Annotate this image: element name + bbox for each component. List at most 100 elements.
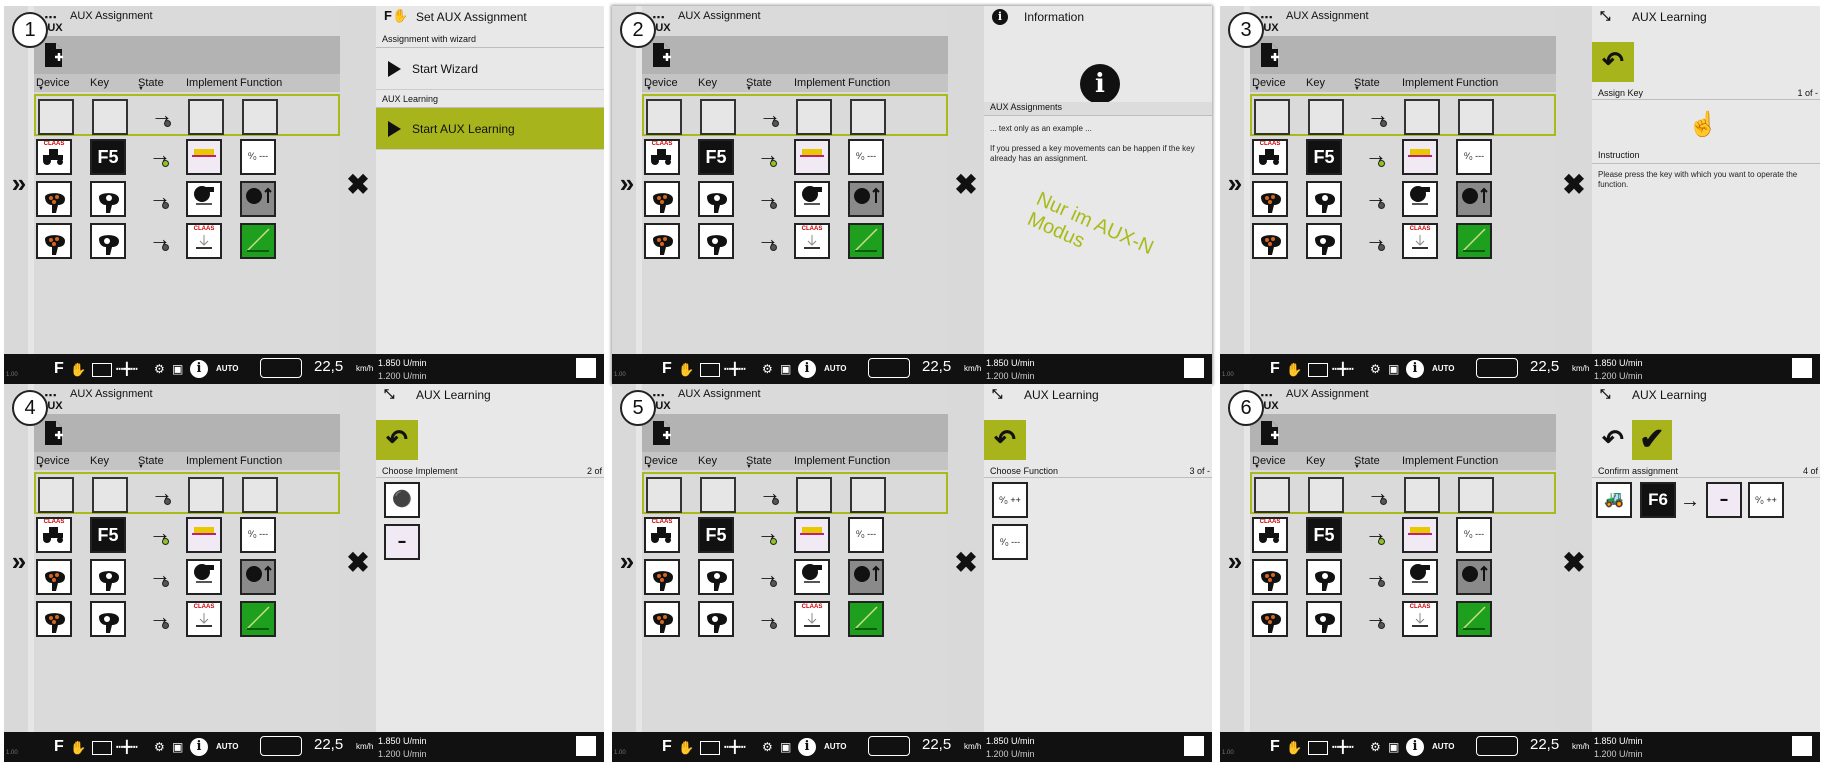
empty-implement-cell[interactable]	[796, 477, 832, 513]
new-assignment-icon[interactable]	[1260, 420, 1280, 446]
expand-chevron-icon[interactable]: »	[1220, 168, 1250, 199]
new-assignment-icon[interactable]	[652, 42, 672, 68]
new-assignment-row[interactable]: →	[34, 94, 340, 136]
steering-icon[interactable]: ⚙	[154, 362, 165, 376]
function-icon[interactable]: ⁰⁄₀ ---	[848, 517, 884, 553]
joystick-key-icon[interactable]	[698, 559, 734, 595]
baler-implement-icon[interactable]	[794, 559, 830, 595]
joystick-device-icon[interactable]	[1252, 181, 1288, 217]
empty-device-cell[interactable]	[1254, 99, 1290, 135]
empty-function-cell[interactable]	[242, 99, 278, 135]
table-row[interactable]: →	[642, 178, 948, 220]
baler-function-icon[interactable]	[240, 181, 276, 217]
baler-implement-icon[interactable]	[794, 181, 830, 217]
function-icon[interactable]: ⁰⁄₀ ---	[240, 139, 276, 175]
function-icon[interactable]: ⁰⁄₀ ---	[848, 139, 884, 175]
transmission-icon[interactable]	[1476, 358, 1518, 378]
table-row[interactable]: CLAAS F5 → ⁰⁄₀ ---	[34, 514, 340, 556]
lock-icon[interactable]: ▣	[172, 740, 183, 754]
header-implement-choice[interactable]: ▬	[384, 524, 420, 560]
empty-implement-cell[interactable]	[1404, 99, 1440, 135]
empty-function-cell[interactable]	[242, 477, 278, 513]
table-row[interactable]: → CLAAS	[1250, 220, 1556, 262]
claas-implement-icon[interactable]: CLAAS	[794, 223, 830, 259]
key-f5[interactable]: F5	[90, 517, 126, 553]
transmission-icon[interactable]	[260, 736, 302, 756]
table-row[interactable]: CLAAS F5 → ⁰⁄₀ ---	[1250, 514, 1556, 556]
new-assignment-row[interactable]: →	[34, 472, 340, 514]
baler-function-icon[interactable]	[848, 559, 884, 595]
pto-icon[interactable]	[92, 363, 112, 377]
empty-function-cell[interactable]	[850, 477, 886, 513]
table-row[interactable]: CLAAS F5 → ⁰⁄₀ ---	[1250, 136, 1556, 178]
implement-header-icon[interactable]	[794, 139, 830, 175]
empty-key-cell[interactable]	[1308, 477, 1344, 513]
expand-chevron-icon[interactable]: »	[612, 546, 642, 577]
steering-icon[interactable]: ⚙	[762, 740, 773, 754]
steering-icon[interactable]: ⚙	[1370, 362, 1381, 376]
menu-icon[interactable]	[1184, 358, 1204, 378]
table-row[interactable]: CLAAS F5 → ⁰⁄₀ ---	[34, 136, 340, 178]
function-minus-choice[interactable]: ⁰⁄₀ ---	[992, 524, 1028, 560]
f-touch-icon[interactable]: F	[1270, 738, 1280, 756]
empty-implement-cell[interactable]	[1404, 477, 1440, 513]
joystick-device-icon[interactable]	[36, 223, 72, 259]
pto-icon[interactable]	[92, 741, 112, 755]
close-x-button[interactable]: ✖	[340, 384, 376, 732]
transmission-icon[interactable]	[260, 358, 302, 378]
pto-icon[interactable]	[700, 363, 720, 377]
transmission-icon[interactable]	[868, 358, 910, 378]
empty-device-cell[interactable]	[38, 477, 74, 513]
empty-device-cell[interactable]	[38, 99, 74, 135]
empty-key-cell[interactable]	[700, 477, 736, 513]
baler-implement-icon[interactable]	[1402, 181, 1438, 217]
back-arrow-button[interactable]: ↶	[984, 420, 1026, 460]
empty-function-cell[interactable]	[1458, 99, 1494, 135]
tractor-device-icon[interactable]: CLAAS	[36, 517, 72, 553]
joystick-device-icon[interactable]	[1252, 601, 1288, 637]
expand-chevron-icon[interactable]: »	[4, 168, 34, 199]
green-function-icon[interactable]	[1456, 223, 1492, 259]
axle-icon[interactable]: ┅╋┅	[1332, 740, 1354, 754]
key-f5[interactable]: F5	[698, 517, 734, 553]
lock-icon[interactable]: ▣	[1388, 362, 1399, 376]
f-touch-icon[interactable]: F	[54, 360, 64, 378]
joystick-key-icon[interactable]	[90, 181, 126, 217]
steering-icon[interactable]: ⚙	[1370, 740, 1381, 754]
f-touch-icon[interactable]: F	[662, 738, 672, 756]
green-function-icon[interactable]	[1456, 601, 1492, 637]
menu-icon[interactable]	[1184, 736, 1204, 756]
green-function-icon[interactable]	[240, 223, 276, 259]
table-row[interactable]: → CLAAS	[642, 220, 948, 262]
implement-header-icon[interactable]	[1402, 517, 1438, 553]
lock-icon[interactable]: ▣	[780, 362, 791, 376]
table-row[interactable]: CLAAS F5 → ⁰⁄₀ ---	[642, 136, 948, 178]
green-function-icon[interactable]	[848, 223, 884, 259]
expand-chevron-icon[interactable]: »	[612, 168, 642, 199]
axle-icon[interactable]: ┅╋┅	[116, 740, 138, 754]
green-function-icon[interactable]	[240, 601, 276, 637]
new-assignment-icon[interactable]	[652, 420, 672, 446]
joystick-key-icon[interactable]	[1306, 223, 1342, 259]
baler-function-icon[interactable]	[1456, 559, 1492, 595]
back-arrow-button[interactable]: ↶	[1592, 42, 1634, 82]
joystick-key-icon[interactable]	[1306, 559, 1342, 595]
menu-icon[interactable]	[576, 736, 596, 756]
info-icon[interactable]: i	[190, 738, 208, 756]
key-f5[interactable]: F5	[1306, 139, 1342, 175]
joystick-key-icon[interactable]	[90, 223, 126, 259]
tractor-device-icon[interactable]: CLAAS	[644, 517, 680, 553]
table-row[interactable]: → CLAAS	[642, 598, 948, 640]
new-assignment-row[interactable]: →	[642, 94, 948, 136]
new-assignment-row[interactable]: →	[1250, 94, 1556, 136]
new-assignment-row[interactable]: →	[642, 472, 948, 514]
function-icon[interactable]: ⁰⁄₀ ---	[1456, 517, 1492, 553]
table-row[interactable]: →	[34, 556, 340, 598]
table-row[interactable]: →	[34, 178, 340, 220]
empty-function-cell[interactable]	[850, 99, 886, 135]
start-wizard-button[interactable]: Start Wizard	[376, 48, 604, 90]
table-row[interactable]: →	[1250, 178, 1556, 220]
new-assignment-icon[interactable]	[1260, 42, 1280, 68]
pto-icon[interactable]	[1308, 363, 1328, 377]
transmission-icon[interactable]	[1476, 736, 1518, 756]
